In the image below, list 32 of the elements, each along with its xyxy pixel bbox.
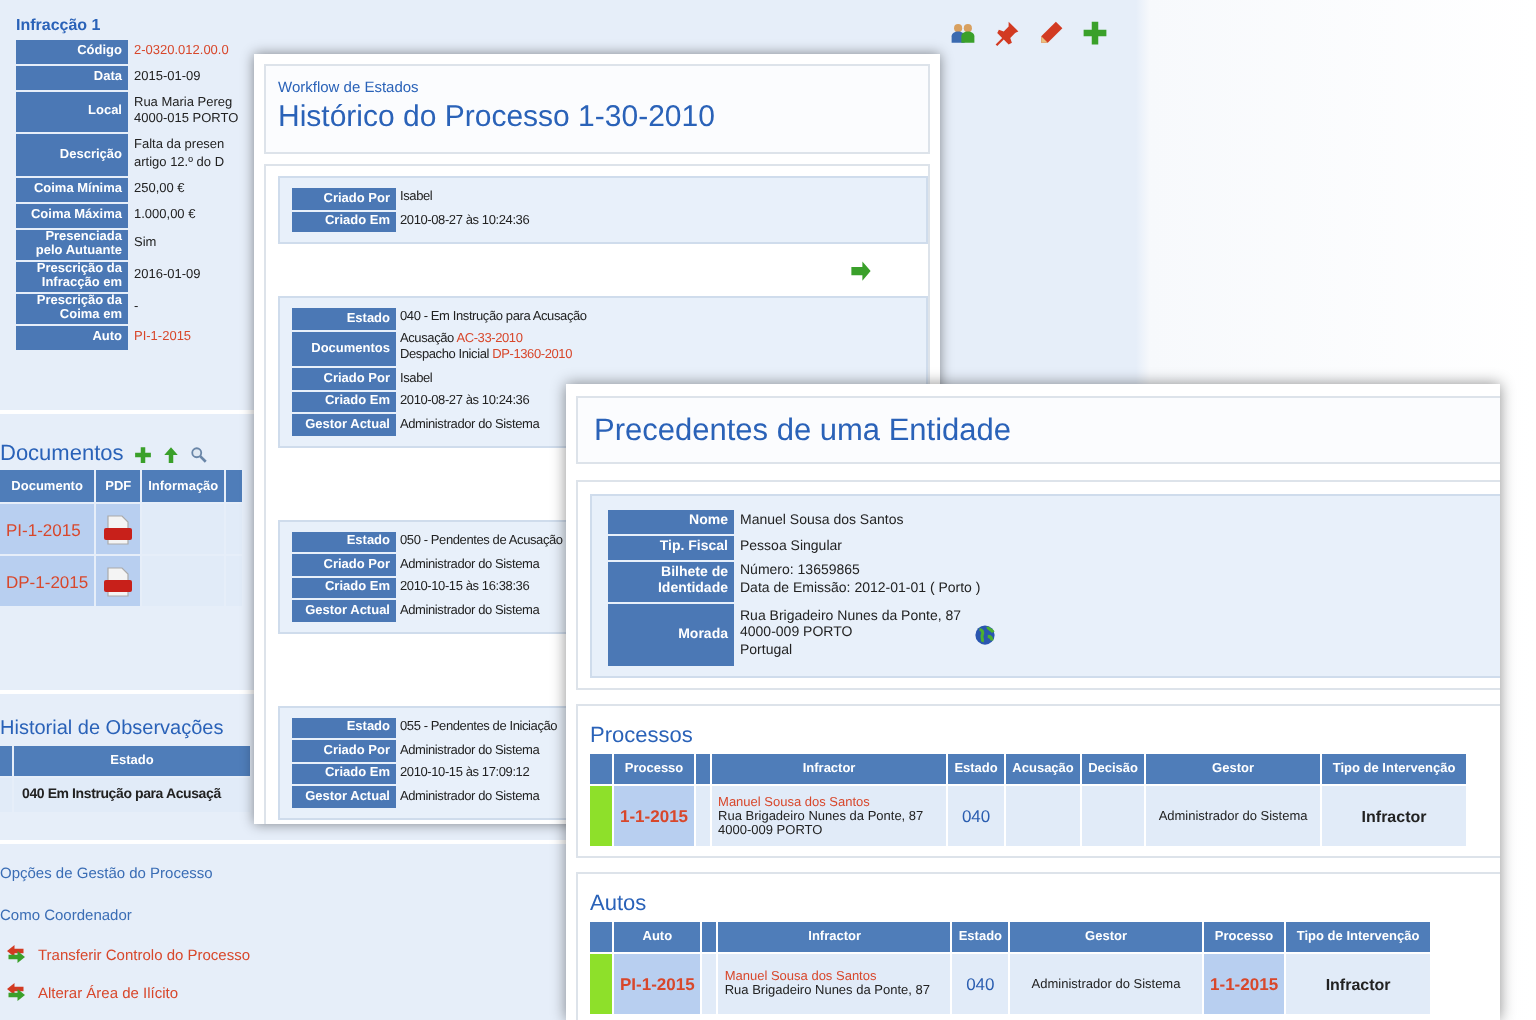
- table-cell: Infractor: [1322, 786, 1467, 846]
- pushpin-icon[interactable]: [994, 20, 1020, 46]
- table-cell: Infractor: [1286, 954, 1431, 1014]
- plus-icon[interactable]: [133, 445, 152, 463]
- section-title: Historial de Observações: [0, 718, 224, 740]
- pdf-icon[interactable]: [102, 565, 135, 597]
- swap-arrows-icon[interactable]: [4, 942, 28, 966]
- column-header: [226, 470, 243, 502]
- globe-icon[interactable]: [973, 624, 996, 647]
- table-cell: [1006, 786, 1081, 846]
- pdf-icon[interactable]: [102, 513, 135, 545]
- column-header: [0, 746, 12, 776]
- column-header: [696, 754, 711, 784]
- section-title: Infracção 1: [16, 16, 103, 34]
- search-icon[interactable]: [189, 445, 208, 463]
- column-header: [590, 754, 612, 784]
- table-cell: 040: [952, 954, 1009, 1014]
- plus-icon[interactable]: [1082, 20, 1108, 46]
- users-icon[interactable]: [950, 20, 976, 46]
- right-arrow-icon[interactable]: [850, 259, 872, 281]
- swap-arrows-icon[interactable]: [4, 980, 28, 1004]
- column-header: [590, 922, 612, 952]
- pencil-icon[interactable]: [1038, 20, 1064, 46]
- section-title: Autos: [590, 892, 649, 916]
- table-cell: 040: [948, 786, 1005, 846]
- table-cell: [1082, 786, 1145, 846]
- section-title: Documentos: [0, 442, 124, 466]
- section-title: Processos: [590, 724, 695, 748]
- column-header: [702, 922, 717, 952]
- window-title: Precedentes de uma Entidade: [594, 414, 1014, 450]
- window-title: Histórico do Processo 1-30-2010: [278, 100, 717, 134]
- up-arrow-icon[interactable]: [161, 445, 180, 463]
